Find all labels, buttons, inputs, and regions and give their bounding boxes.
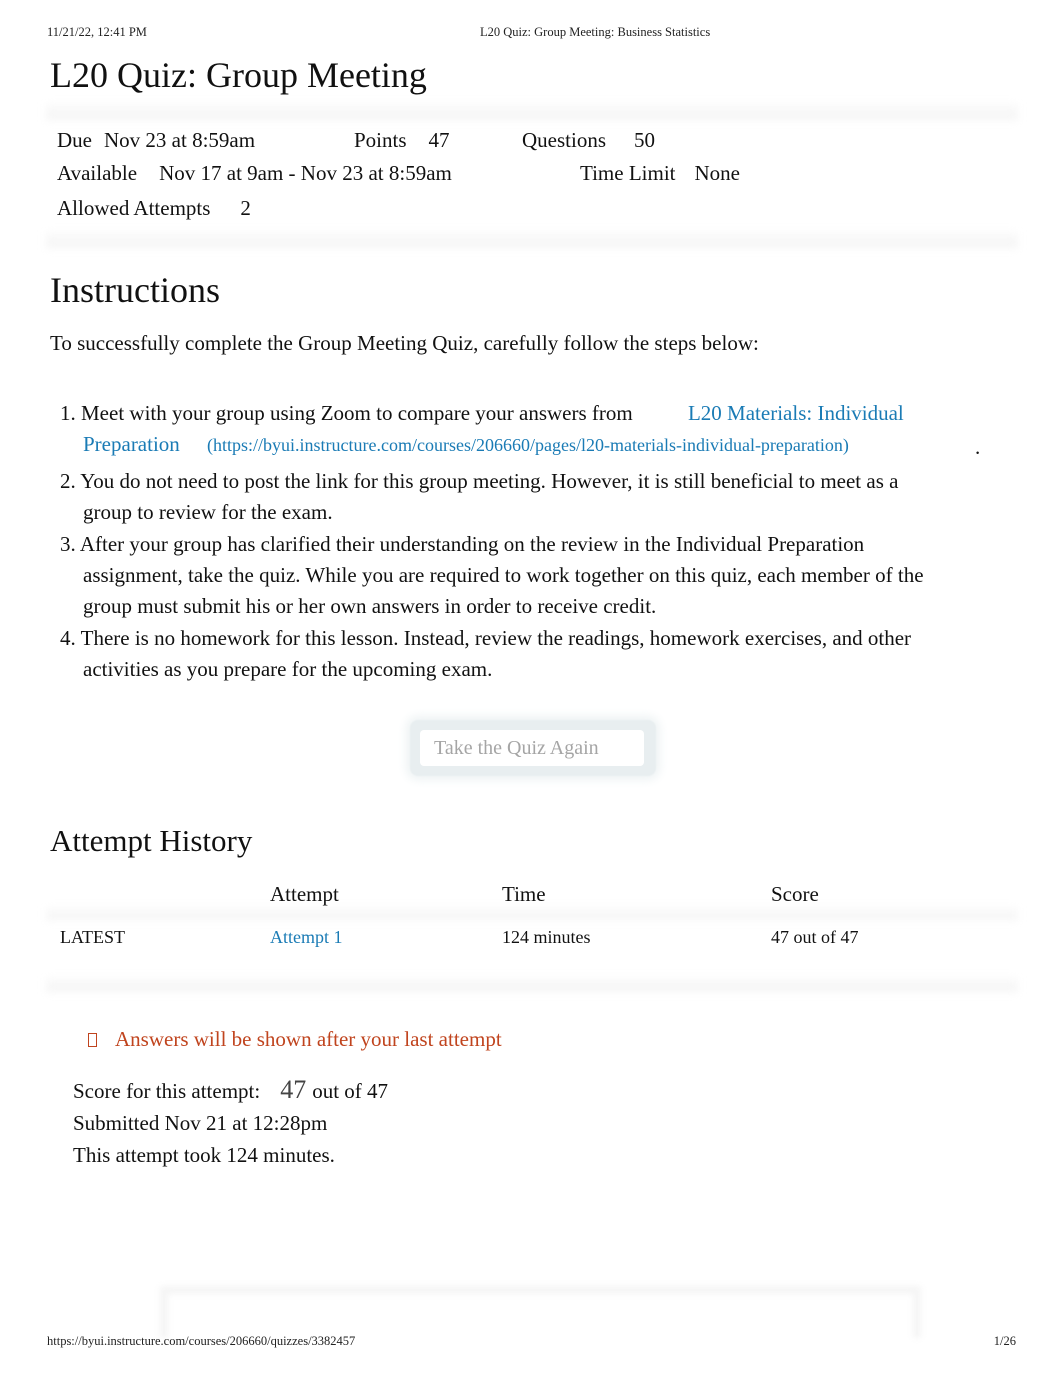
attempt-link[interactable]: Attempt 1 [270, 927, 343, 947]
divider [46, 978, 1018, 992]
time-limit-label: Time Limit [580, 161, 676, 185]
questions-label: Questions [522, 128, 606, 152]
step-item: 1. Meet with your group using Zoom to co… [60, 401, 981, 459]
table-header-row: Attempt Time Score [50, 876, 1010, 915]
score-line: Score for this attempt: 47 out of 47 [73, 1074, 388, 1107]
take-quiz-again-button[interactable]: Take the Quiz Again [420, 730, 644, 766]
divider [46, 232, 1018, 248]
table-row: LATEST Attempt 1 124 minutes 47 out of 4… [50, 915, 1010, 958]
points-value: 47 [428, 128, 450, 152]
column-header: Score [771, 882, 819, 906]
points-label: Points [354, 128, 407, 152]
instructions-heading: Instructions [50, 270, 220, 310]
attempt-score: 47 out of 47 [771, 927, 859, 947]
step-item: 2. You do not need to post the link for … [60, 469, 899, 524]
attempt-result: Score for this attempt: 47 out of 47 Submi… [73, 1074, 388, 1171]
questions-value: 50 [634, 128, 655, 152]
attempt-history-heading: Attempt History [50, 823, 253, 858]
submitted-time: Submitted Nov 21 at 12:28pm [73, 1111, 328, 1135]
step-item: 3. After your group has clarified their … [60, 532, 924, 618]
allowed-attempts-label: Allowed Attempts [57, 196, 211, 220]
divider [46, 104, 1018, 120]
print-datetime: 11/21/22, 12:41 PM [47, 25, 147, 39]
column-header: Attempt [270, 882, 339, 906]
answers-notice: Answers will be shown after your last at… [88, 1027, 502, 1052]
column-header [50, 876, 260, 915]
page-number: 1/26 [993, 1334, 1016, 1348]
latest-tag: LATEST [60, 927, 125, 947]
attempt-history-table: Attempt Time Score LATEST Attempt 1 124 … [50, 876, 1010, 958]
step-item: 4. There is no homework for this lesson.… [60, 626, 912, 681]
score-label: Score for this attempt: [73, 1079, 261, 1103]
individual-preparation-url[interactable]: (https://byui.instructure.com/courses/20… [207, 435, 849, 455]
next-section-frame [160, 1286, 921, 1338]
score-value: 47 [280, 1075, 307, 1104]
instruction-steps: 1. Meet with your group using Zoom to co… [60, 398, 981, 686]
info-icon [88, 1033, 97, 1047]
available-label: Available [57, 161, 138, 185]
print-page-title: L20 Quiz: Group Meeting: Business Statis… [480, 25, 711, 39]
attempt-time: 124 minutes [502, 927, 591, 947]
due-value: Nov 23 at 8:59am [104, 128, 256, 152]
print-url: https://byui.instructure.com/courses/206… [47, 1334, 356, 1348]
available-value: Nov 17 at 9am - Nov 23 at 8:59am [159, 161, 452, 185]
due-label: Due [57, 128, 92, 152]
column-header: Time [502, 882, 546, 906]
score-suffix: out of 47 [312, 1079, 389, 1103]
allowed-attempts-value: 2 [240, 196, 251, 220]
instructions-intro: To successfully complete the Group Meeti… [50, 331, 759, 355]
page-title: L20 Quiz: Group Meeting [50, 55, 427, 95]
time-limit-value: None [694, 161, 741, 185]
attempt-duration: This attempt took 124 minutes. [73, 1143, 335, 1167]
answers-notice-text: Answers will be shown after your last at… [115, 1027, 502, 1051]
